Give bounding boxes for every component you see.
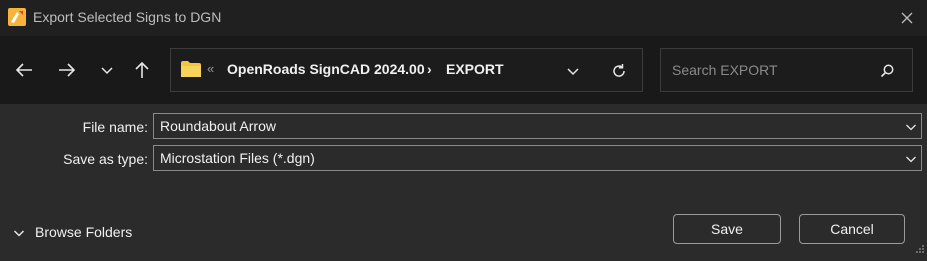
close-icon[interactable] xyxy=(897,8,917,28)
breadcrumb-item-signcad[interactable]: OpenRoads SignCAD 2024.00 xyxy=(227,61,425,77)
chevron-down-icon[interactable] xyxy=(905,120,917,132)
chevron-down-icon[interactable] xyxy=(96,59,118,81)
chevron-down-icon xyxy=(13,226,25,238)
title-bar: Export Selected Signs to DGN xyxy=(0,0,927,36)
browse-folders-label[interactable]: Browse Folders xyxy=(35,224,132,240)
save-button[interactable]: Save xyxy=(673,214,781,244)
breadcrumb-item-export[interactable]: EXPORT xyxy=(446,61,504,77)
cancel-button[interactable]: Cancel xyxy=(799,214,905,244)
save-type-select[interactable]: Microstation Files (*.dgn) xyxy=(153,145,922,171)
chevron-down-icon[interactable] xyxy=(905,152,917,164)
search-placeholder: Search EXPORT xyxy=(672,62,778,78)
file-name-field[interactable]: Roundabout Arrow xyxy=(153,113,922,139)
arrow-right-icon[interactable] xyxy=(56,59,78,81)
arrow-up-icon[interactable] xyxy=(131,59,153,81)
address-history-chevron-icon[interactable] xyxy=(565,63,581,79)
breadcrumb-overflow[interactable]: « xyxy=(207,61,214,76)
navigation-bar: « OpenRoads SignCAD 2024.00 › EXPORT Sea… xyxy=(0,36,927,104)
save-type-label: Save as type: xyxy=(63,151,148,167)
app-icon xyxy=(8,8,26,26)
search-input[interactable]: Search EXPORT xyxy=(660,48,913,92)
breadcrumb-separator[interactable]: › xyxy=(427,61,432,77)
refresh-icon[interactable] xyxy=(609,61,629,81)
address-bar[interactable]: « OpenRoads SignCAD 2024.00 › EXPORT xyxy=(170,48,643,92)
file-name-value[interactable]: Roundabout Arrow xyxy=(160,118,276,134)
save-type-value[interactable]: Microstation Files (*.dgn) xyxy=(160,150,315,166)
search-icon[interactable] xyxy=(879,63,895,79)
resize-grip-icon[interactable] xyxy=(913,243,925,255)
arrow-left-icon[interactable] xyxy=(13,59,35,81)
folder-icon xyxy=(180,60,202,78)
file-name-label: File name: xyxy=(82,119,148,135)
window-title: Export Selected Signs to DGN xyxy=(33,9,222,25)
